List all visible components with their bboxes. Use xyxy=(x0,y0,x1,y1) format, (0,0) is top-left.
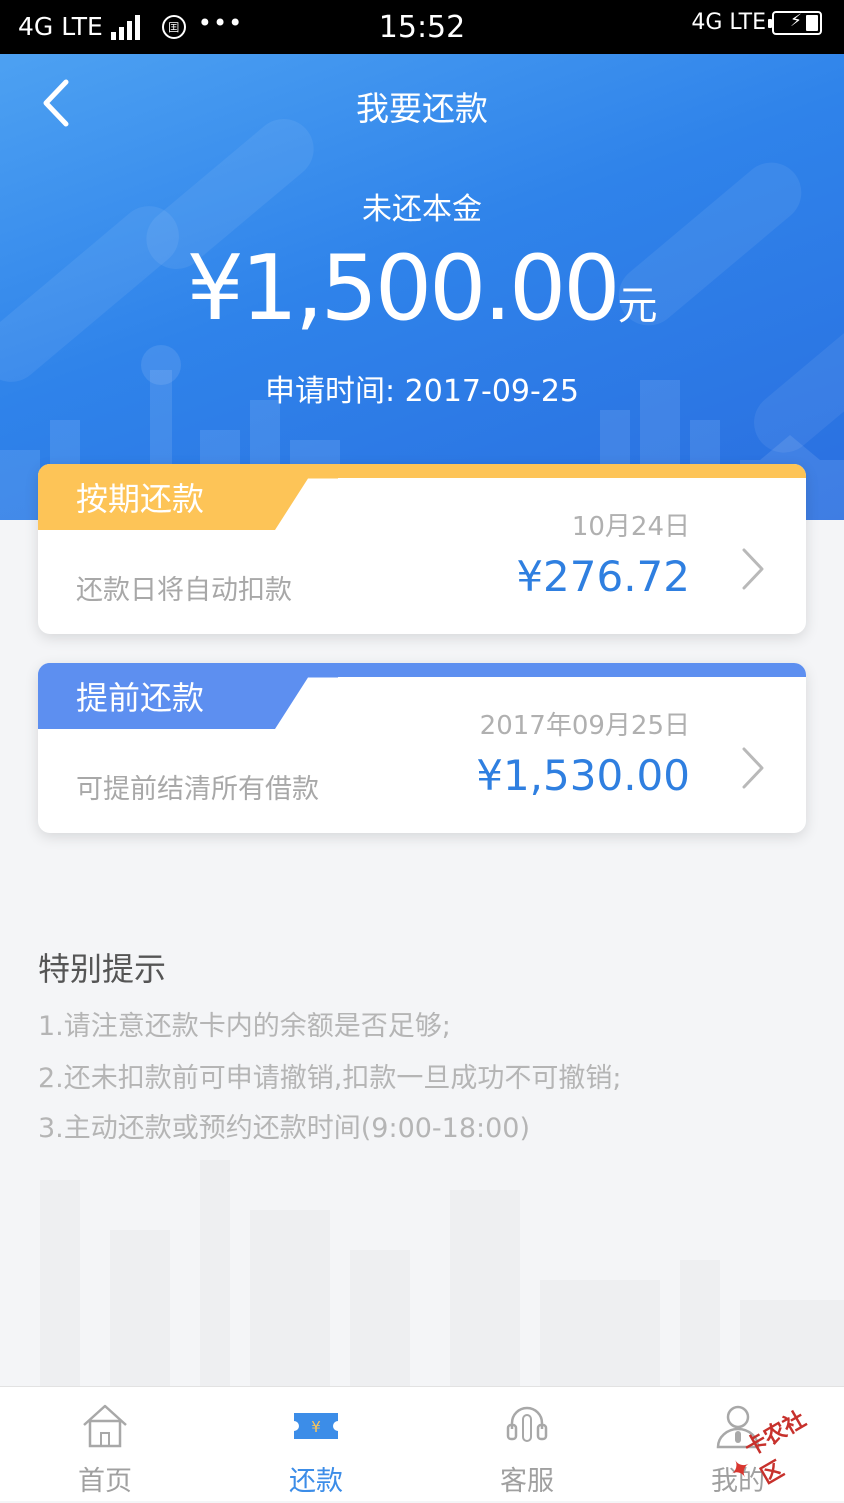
svg-text:¥: ¥ xyxy=(311,1418,321,1436)
card-tab-label: 按期还款 xyxy=(76,480,205,518)
page-title: 我要还款 xyxy=(356,89,488,128)
card-tab-label: 提前还款 xyxy=(76,679,205,717)
principal-unit: 元 xyxy=(617,283,658,329)
headset-icon xyxy=(506,1406,548,1442)
chevron-right-icon xyxy=(742,747,764,789)
card-hint: 还款日将自动扣款 xyxy=(76,575,292,606)
tip-item: 3.主动还款或预约还款时间(9:00-18:00) xyxy=(38,1113,531,1144)
apply-time: 申请时间: 2017-09-25 xyxy=(265,374,579,409)
tip-item: 2.还未扣款前可申请撤销,扣款一旦成功不可撤销; xyxy=(38,1063,622,1094)
hero-banner: 我要还款 未还本金 ¥1,500.00元 申请时间: 2017-09-25 xyxy=(0,54,844,520)
card-amount: ¥276.72 xyxy=(516,552,690,601)
scheduled-repayment-card[interactable]: 按期还款 还款日将自动扣款 10月24日 ¥276.72 xyxy=(38,464,806,634)
status-right: 4G LTE ⚡ xyxy=(691,10,822,35)
home-icon xyxy=(83,1404,127,1448)
status-bar: 4G LTE 囯 ••• 15:52 4G LTE ⚡ xyxy=(0,0,844,54)
tab-label: 客服 xyxy=(500,1466,554,1497)
principal-label: 未还本金 xyxy=(362,192,482,227)
chevron-right-icon xyxy=(742,548,764,590)
card-date: 10月24日 xyxy=(571,512,690,542)
bottom-tab-bar: 首页 ¥ 还款 客服 我的 xyxy=(0,1386,844,1501)
tab-home[interactable]: 首页 xyxy=(25,1387,185,1501)
early-repayment-card[interactable]: 提前还款 可提前结清所有借款 2017年09月25日 ¥1,530.00 xyxy=(38,663,806,833)
card-hint: 可提前结清所有借款 xyxy=(76,774,319,805)
background-skyline-image xyxy=(0,1140,844,1386)
repay-ticket-icon: ¥ xyxy=(294,1413,338,1439)
tab-label: 还款 xyxy=(289,1466,343,1497)
card-date: 2017年09月25日 xyxy=(479,711,690,741)
tab-service[interactable]: 客服 xyxy=(447,1387,607,1501)
battery-charging-icon: ⚡ xyxy=(768,10,822,35)
principal-value: ¥1,500.00 xyxy=(186,236,620,341)
tab-repay[interactable]: ¥ 还款 xyxy=(236,1387,396,1501)
card-amount: ¥1,530.00 xyxy=(476,751,690,800)
principal-amount: ¥1,500.00元 xyxy=(0,236,844,341)
tab-label: 首页 xyxy=(78,1466,132,1497)
network-label-right: 4G LTE xyxy=(691,10,766,35)
tip-item: 1.请注意还款卡内的余额是否足够; xyxy=(38,1011,451,1042)
tips-title: 特别提示 xyxy=(38,950,167,988)
